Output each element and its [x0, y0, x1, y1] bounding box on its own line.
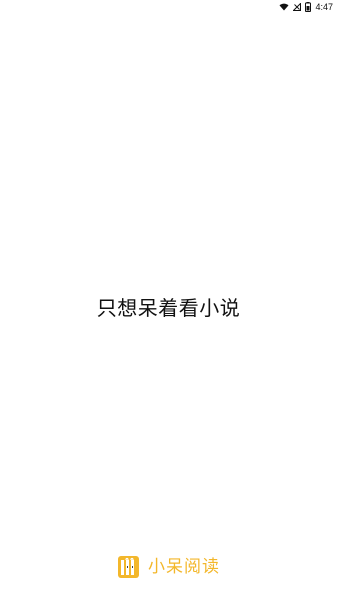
splash-screen: 4:47 只想呆着看小说 小呆阅读: [0, 0, 337, 600]
wifi-icon: [279, 3, 289, 11]
signal-icon: [293, 3, 302, 11]
status-bar: 4:47: [0, 0, 337, 14]
brand-lockup: 小呆阅读: [0, 555, 337, 579]
book-logo-icon: [117, 555, 140, 579]
status-time: 4:47: [315, 1, 333, 12]
splash-tagline: 只想呆着看小说: [96, 296, 241, 320]
app-name: 小呆阅读: [148, 556, 220, 577]
battery-icon: [305, 2, 312, 12]
